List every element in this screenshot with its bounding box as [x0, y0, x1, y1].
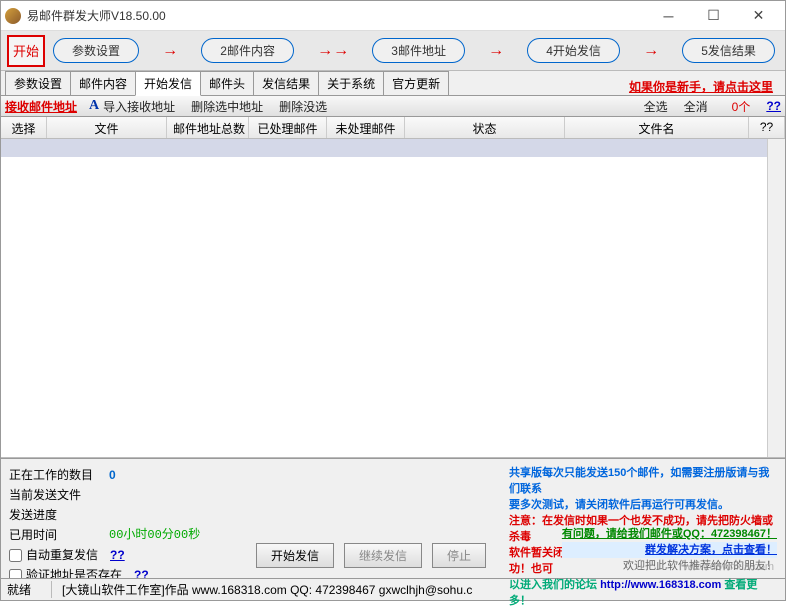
notice-line: 共享版每次只能发送150个邮件，如需要注册版请与我们联系	[509, 465, 777, 497]
col-help[interactable]: ??	[749, 117, 785, 138]
watermark: www.downxia.com	[684, 561, 774, 573]
step-result[interactable]: 5发信结果	[682, 38, 775, 63]
tab-params[interactable]: 参数设置	[5, 71, 71, 95]
table-row[interactable]	[1, 139, 785, 157]
col-select[interactable]: 选择	[1, 117, 47, 138]
arrow-icon: →	[643, 42, 659, 60]
col-processed[interactable]: 已处理邮件	[249, 117, 327, 138]
tab-about[interactable]: 关于系统	[318, 71, 384, 95]
continue-send-button[interactable]: 继续发信	[344, 543, 422, 568]
help-link[interactable]: ??	[766, 99, 781, 113]
maximize-button[interactable]: ☐	[691, 2, 736, 30]
titlebar: 易邮件群发大师V18.50.00 ─ ☐ ✕	[1, 1, 785, 31]
address-count: 0个	[732, 98, 751, 115]
app-icon	[5, 8, 21, 24]
step-address[interactable]: 3邮件地址	[372, 38, 465, 63]
auto-repeat-label: 自动重复发信	[26, 545, 98, 565]
address-table[interactable]	[1, 139, 785, 458]
window-title: 易邮件群发大师V18.50.00	[27, 7, 646, 24]
tab-header[interactable]: 邮件头	[200, 71, 254, 95]
auto-repeat-checkbox[interactable]	[9, 549, 22, 562]
start-button[interactable]: 开始	[7, 35, 45, 67]
select-none-button[interactable]: 全消	[684, 98, 708, 115]
col-filename[interactable]: 文件名	[565, 117, 749, 138]
col-file[interactable]: 文件	[47, 117, 167, 138]
tab-send[interactable]: 开始发信	[135, 71, 201, 96]
close-button[interactable]: ✕	[736, 2, 781, 30]
step-content[interactable]: 2邮件内容	[201, 38, 294, 63]
minimize-button[interactable]: ─	[646, 2, 691, 30]
status-ready: 就绪	[7, 581, 31, 598]
arrow-icon: →	[162, 42, 178, 60]
start-send-button[interactable]: 开始发信	[256, 543, 334, 568]
arrow-icon: →	[488, 42, 504, 60]
working-label: 正在工作的数目	[9, 465, 109, 485]
tab-result[interactable]: 发信结果	[253, 71, 319, 95]
step-toolbar: 开始 参数设置 → 2邮件内容 →→ 3邮件地址 → 4开始发信 → 5发信结果	[1, 31, 785, 71]
status-panel: 正在工作的数目0 当前发送文件 发送进度 已用时间00小时00分00秒 自动重复…	[1, 458, 785, 578]
tab-bar: 参数设置 邮件内容 开始发信 邮件头 发信结果 关于系统 官方更新 如果你是新手…	[1, 71, 785, 95]
tab-content[interactable]: 邮件内容	[70, 71, 136, 95]
address-toolbar: 接收邮件地址 A 导入接收地址 删除选中地址 删除没选 全选 全消 0个 ??	[1, 95, 785, 117]
col-total[interactable]: 邮件地址总数	[167, 117, 249, 138]
step-params[interactable]: 参数设置	[53, 38, 139, 63]
elapsed-label: 已用时间	[9, 525, 109, 545]
delete-unselected-button[interactable]: 删除没选	[279, 98, 327, 115]
newbie-link[interactable]: 如果你是新手，请点击这里	[629, 78, 781, 95]
select-all-button[interactable]: 全选	[644, 98, 668, 115]
elapsed-value: 00小时00分00秒	[109, 525, 200, 545]
working-value: 0	[109, 465, 116, 485]
col-status[interactable]: 状态	[405, 117, 565, 138]
col-unprocessed[interactable]: 未处理邮件	[327, 117, 405, 138]
progress-label: 发送进度	[9, 505, 109, 525]
contact-link[interactable]: 有问题，请给我们邮件或QQ：472398467！	[562, 526, 777, 542]
arrow-icon: →→	[317, 42, 349, 60]
solution-link[interactable]: 群发解决方案，点击查看！	[562, 542, 777, 558]
toolbar-title: 接收邮件地址	[5, 98, 77, 115]
notice-line: 要多次测试，请关闭软件后再运行可再发信。	[509, 497, 777, 513]
curfile-label: 当前发送文件	[9, 485, 109, 505]
step-send[interactable]: 4开始发信	[527, 38, 620, 63]
import-address-button[interactable]: 导入接收地址	[103, 98, 175, 115]
stop-button[interactable]: 停止	[432, 543, 486, 568]
tab-update[interactable]: 官方更新	[383, 71, 449, 95]
status-credit: [大镜山软件工作室]作品 www.168318.com QQ: 47239846…	[51, 581, 472, 598]
font-icon[interactable]: A	[89, 98, 99, 114]
forum-link[interactable]: http://www.168318.com	[600, 579, 721, 591]
help-link[interactable]: ??	[110, 545, 125, 565]
delete-selected-button[interactable]: 删除选中地址	[191, 98, 263, 115]
table-header: 选择 文件 邮件地址总数 已处理邮件 未处理邮件 状态 文件名 ??	[1, 117, 785, 139]
notice-line: 以进入我们的论坛 http://www.168318.com 查看更多！	[509, 577, 777, 609]
